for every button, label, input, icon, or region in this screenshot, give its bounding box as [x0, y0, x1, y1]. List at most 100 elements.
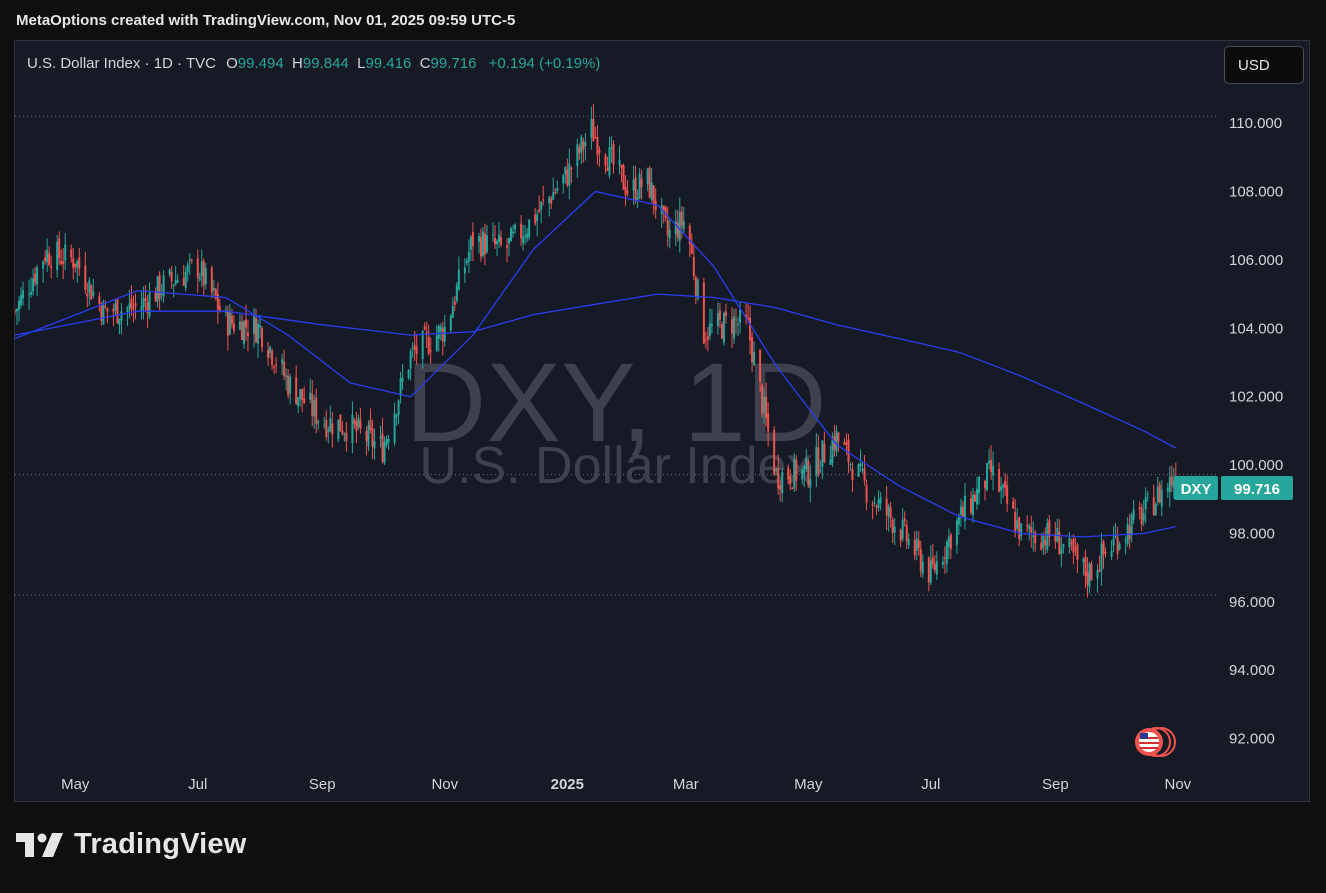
candle-body [238, 321, 241, 330]
candle-body [174, 279, 177, 285]
candle-body [383, 442, 386, 463]
time-axis-label: May [794, 776, 823, 793]
candle-body [1026, 525, 1029, 527]
candle-body [779, 485, 782, 490]
candle-body [1044, 540, 1047, 546]
candle-body [1154, 504, 1157, 516]
candle-body [724, 311, 727, 316]
candle-body [58, 238, 61, 259]
candle-body [753, 352, 756, 366]
legend-symbol[interactable]: U.S. Dollar Index · 1D · TVC [27, 55, 216, 72]
time-axis-label: Jul [188, 776, 207, 793]
candle-body [465, 260, 468, 263]
candle-body [580, 136, 583, 153]
currency-button[interactable]: USD [1224, 46, 1304, 84]
candle-body [931, 557, 934, 565]
candle-body [16, 309, 19, 312]
candle-body [984, 480, 987, 489]
candle-body [978, 476, 981, 494]
candle-body [1086, 571, 1089, 585]
candle-body [1076, 544, 1079, 560]
candle-body [311, 394, 314, 416]
candle-body [114, 303, 117, 311]
candle-body [84, 265, 87, 290]
candle-body [369, 420, 372, 431]
candle-body [78, 257, 81, 269]
symbol-legend[interactable]: U.S. Dollar Index · 1D · TVC O99.494 H99… [27, 55, 600, 72]
watermark-description: U.S. Dollar Index [419, 437, 812, 495]
candle-body [72, 258, 75, 269]
candle-body [22, 290, 25, 299]
candle-body [538, 209, 541, 212]
candle-body [188, 259, 191, 261]
us-flag-icon[interactable] [1135, 727, 1176, 757]
candle-body [423, 326, 426, 330]
candle-body [749, 317, 752, 341]
candle-body [835, 430, 838, 452]
candle-body [232, 323, 235, 331]
candle-body [453, 301, 456, 305]
candle-body [343, 433, 346, 435]
candle-body [680, 211, 683, 226]
candle-body [1116, 537, 1119, 554]
candle-body [851, 468, 854, 481]
candle-body [767, 413, 770, 432]
candle-body [140, 306, 143, 311]
candle-body [1110, 550, 1113, 557]
candle-body [634, 177, 637, 201]
candle-body [578, 147, 581, 154]
candle-body [1168, 476, 1171, 492]
candle-body [1100, 544, 1103, 571]
price-axis-label: 104.000 [1229, 320, 1283, 337]
candle-body [969, 498, 972, 513]
time-axis-label: Jul [921, 776, 940, 793]
time-axis[interactable]: May Jul Sep Nov 2025 Mar May Jul Sep Nov [61, 776, 1192, 793]
candle-body [612, 144, 615, 165]
candle-body [261, 327, 264, 348]
candle-body [648, 167, 651, 198]
candle-body [172, 284, 175, 286]
candle-body [819, 470, 822, 472]
candle-body [915, 538, 918, 551]
candle-body [929, 560, 932, 583]
candle-body [158, 274, 161, 299]
candle-body [409, 351, 412, 369]
chart-frame[interactable]: DXY, 1D U.S. Dollar Index 110.000 108.000… [14, 40, 1310, 802]
candle-body [1144, 496, 1147, 509]
candle-body [891, 519, 894, 533]
candle-body [443, 326, 446, 342]
price-axis-label: 108.000 [1229, 183, 1283, 200]
candle-body [1072, 539, 1075, 553]
candle-body [182, 277, 185, 286]
candle-body [42, 261, 45, 269]
tradingview-logo-icon [16, 832, 63, 857]
candle-body [973, 494, 976, 502]
candle-body [730, 319, 733, 334]
candle-body [568, 163, 571, 186]
candle-body [913, 540, 916, 556]
price-chart[interactable]: DXY, 1D U.S. Dollar Index 110.000108.000… [15, 41, 1309, 801]
candle-body [652, 185, 655, 204]
time-axis-label: Sep [1042, 776, 1069, 793]
candle-body [401, 377, 404, 382]
tradingview-logo[interactable]: TradingView [16, 828, 247, 861]
candle-body [309, 392, 312, 400]
candle-body [534, 214, 537, 224]
price-axis[interactable]: 110.000 108.000 106.000 104.000 102.000 100.0… [1229, 115, 1283, 748]
candle-body [339, 414, 342, 432]
candle-body [154, 292, 157, 302]
price-axis-label: 94.000 [1229, 662, 1275, 679]
candle-body [988, 460, 991, 464]
candle-body [696, 279, 699, 299]
candle-body [365, 431, 368, 442]
candle-body [50, 266, 53, 269]
candle-body [506, 245, 509, 248]
candle-body [524, 235, 527, 237]
candle-body [1040, 542, 1043, 550]
candle-body [257, 323, 260, 344]
candle-body [148, 292, 151, 317]
candle-body [857, 464, 860, 477]
candle-body [331, 423, 334, 435]
candle-body [636, 197, 639, 200]
candle-body [793, 458, 796, 489]
